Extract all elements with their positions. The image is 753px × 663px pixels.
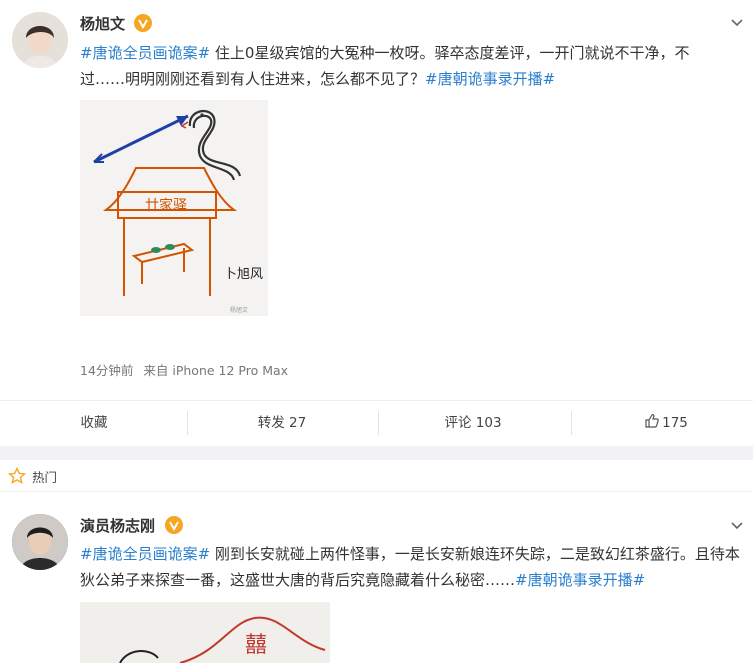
verified-badge-icon: [165, 516, 183, 534]
post-source: 来自 iPhone 12 Pro Max: [143, 363, 289, 378]
post-card-1: 杨旭文 #唐诡全员画诡案# 住上0星级宾馆的大冤种一枚呀。驿卒态度差评，一开门就…: [0, 0, 753, 446]
image-character: 囍: [245, 633, 267, 658]
thumbs-up-icon: [645, 413, 659, 428]
action-bar: 收藏 转发 27 评论 103 175: [0, 400, 753, 444]
author-name[interactable]: 杨旭文: [80, 13, 125, 34]
author-name[interactable]: 演员杨志刚: [80, 515, 155, 536]
post-image[interactable]: 廿家驿 卜旭风 杨旭文: [80, 100, 268, 316]
hashtag-link[interactable]: #唐朝诡事录开播#: [425, 70, 555, 88]
hot-label: 热门: [32, 470, 58, 485]
signature-text: 卜旭风: [224, 267, 263, 282]
hashtag-link[interactable]: #唐朝诡事录开播#: [515, 571, 645, 589]
post-time[interactable]: 14分钟前: [80, 363, 133, 378]
comment-button[interactable]: 评论 103: [379, 401, 567, 445]
verified-badge-icon: [134, 14, 152, 32]
post-image[interactable]: 囍: [80, 602, 330, 663]
hashtag-link[interactable]: #唐诡全员画诡案#: [80, 44, 210, 62]
star-icon: [8, 467, 26, 485]
author-avatar[interactable]: [12, 514, 68, 570]
post-text: #唐诡全员画诡案# 刚到长安就碰上两件怪事，一是长安新娘连环失踪，二是致幻红茶盛…: [80, 541, 740, 593]
chevron-down-icon[interactable]: [729, 14, 745, 30]
hot-section-header: 热门: [0, 460, 753, 492]
author-avatar[interactable]: [12, 12, 68, 68]
chevron-down-icon[interactable]: [729, 517, 745, 533]
watermark-text: 杨旭文: [230, 306, 248, 314]
post-text: #唐诡全员画诡案# 住上0星级宾馆的大冤种一枚呀。驿卒态度差评，一开门就说不干净…: [80, 40, 730, 92]
repost-button[interactable]: 转发 27: [188, 401, 376, 445]
hashtag-link[interactable]: #唐诡全员画诡案#: [80, 545, 210, 563]
plaque-text: 廿家驿: [145, 197, 187, 214]
like-button[interactable]: 175: [572, 401, 753, 445]
collect-button[interactable]: 收藏: [0, 401, 188, 445]
post-meta: 14分钟前 来自 iPhone 12 Pro Max: [80, 360, 294, 379]
